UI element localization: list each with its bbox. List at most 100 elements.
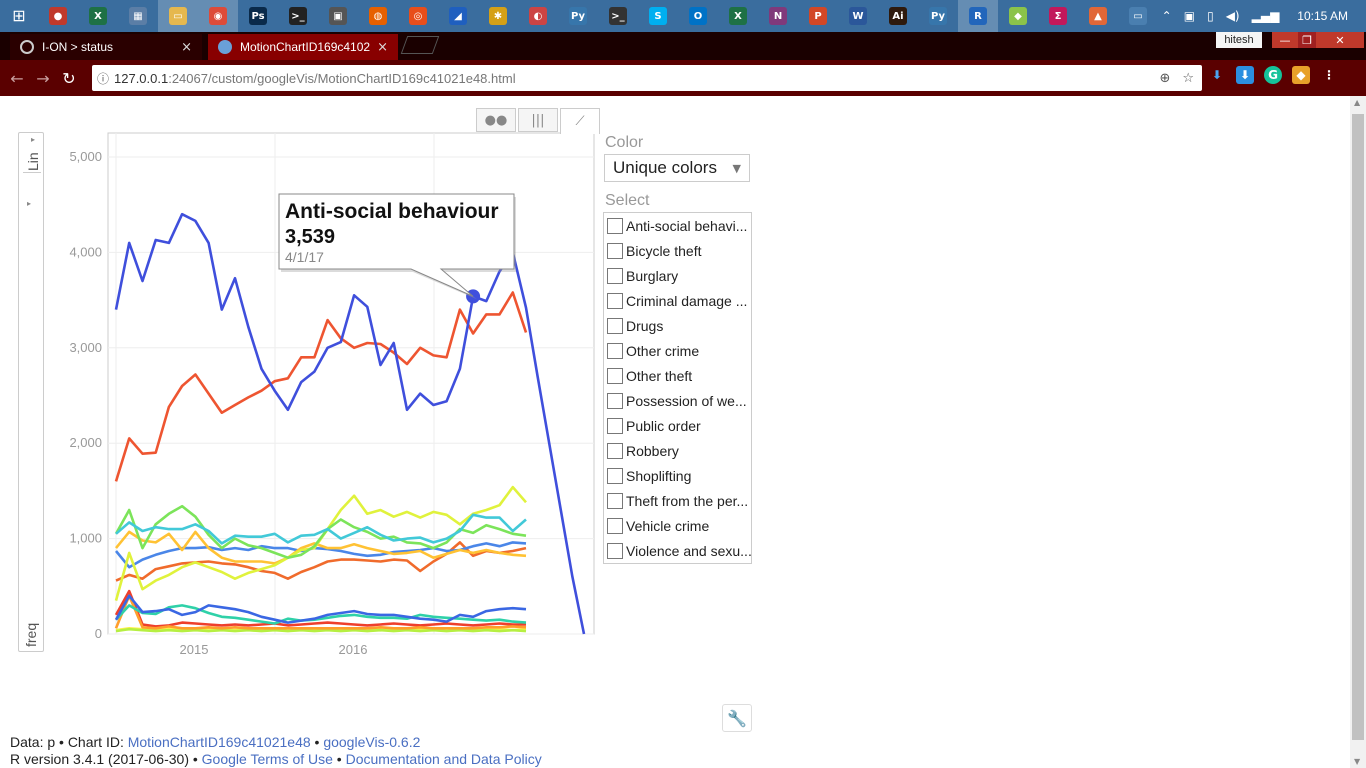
select-item[interactable]: Bicycle theft (604, 238, 751, 263)
tab-motion-chart[interactable]: MotionChartID169c4102 × (208, 34, 398, 60)
color-dropdown[interactable]: Unique colors ▼ (604, 154, 750, 182)
wifi-icon[interactable]: ▂▄▆ (1252, 9, 1280, 23)
checkbox[interactable] (607, 292, 623, 309)
illustrator-icon[interactable]: Ai (878, 0, 918, 32)
wrench-settings-icon[interactable]: 🔧 (722, 704, 752, 732)
checkbox[interactable] (607, 317, 623, 334)
new-tab-button[interactable] (400, 36, 440, 54)
checkbox[interactable] (607, 542, 623, 559)
app-icon-10[interactable]: ◎ (398, 0, 438, 32)
app-icon-12[interactable]: ✱ (478, 0, 518, 32)
notification-icon[interactable]: ▣ (1184, 9, 1195, 23)
y-axis-label[interactable]: freq (23, 623, 39, 647)
app-icon-13[interactable]: ◐ (518, 0, 558, 32)
scroll-up-arrow-icon[interactable]: ▲ (1354, 98, 1360, 107)
select-item[interactable]: Violence and sexu... (604, 538, 751, 563)
download-manager-icon[interactable]: ⬇ (1236, 66, 1254, 84)
page-scrollbar[interactable]: ▲ ▼ (1350, 96, 1366, 768)
taskbar-clock[interactable]: 10:15 AM (1297, 9, 1348, 23)
zoom-icon[interactable]: ⊕ (1159, 71, 1170, 86)
select-item[interactable]: Other theft (604, 363, 751, 388)
select-item[interactable]: Shoplifting (604, 463, 751, 488)
select-item[interactable]: Burglary (604, 263, 751, 288)
select-item[interactable]: Robbery (604, 438, 751, 463)
chevron-up-icon[interactable]: ⌃ (1162, 9, 1172, 23)
app-icon-28[interactable]: ▭ (1118, 0, 1158, 32)
close-tab-icon[interactable]: × (181, 40, 192, 55)
tab-ion-status[interactable]: I-ON > status × (10, 34, 202, 60)
grammarly-icon[interactable]: G (1264, 66, 1282, 84)
photoshop-icon[interactable]: Ps (238, 0, 278, 32)
select-item[interactable]: Possession of we... (604, 388, 751, 413)
matlab-icon[interactable]: ▲ (1078, 0, 1118, 32)
firefox-icon[interactable]: ◍ (358, 0, 398, 32)
select-item[interactable]: Anti-social behavi... (604, 213, 751, 238)
line-view-tab[interactable]: ⟋ (560, 108, 600, 134)
python-icon[interactable]: Py (558, 0, 598, 32)
checkbox[interactable] (607, 417, 623, 434)
extension-orange-icon[interactable]: ◆ (1292, 66, 1310, 84)
googlevis-link[interactable]: googleVis-0.6.2 (323, 734, 420, 750)
terminal-icon[interactable]: >_ (598, 0, 638, 32)
forward-arrow-icon[interactable]: → (30, 65, 56, 91)
download-arrow-icon[interactable]: ⬇ (1208, 66, 1226, 84)
bubble-view-tab[interactable]: ●● (476, 108, 516, 132)
app-icon-1[interactable]: ● (38, 0, 78, 32)
minimize-button[interactable]: — (1272, 32, 1298, 48)
scroll-down-arrow-icon[interactable]: ▼ (1354, 757, 1360, 766)
select-item[interactable]: Criminal damage ... (604, 288, 751, 313)
y-scale-toggle[interactable]: Lin ▸ (23, 135, 41, 173)
word-icon[interactable]: W (838, 0, 878, 32)
bar-view-tab[interactable]: ||| (518, 108, 558, 132)
terms-link[interactable]: Google Terms of Use (202, 751, 333, 767)
checkbox[interactable] (607, 367, 623, 384)
excel-icon-2[interactable]: X (718, 0, 758, 32)
app-icon-26[interactable]: Σ (1038, 0, 1078, 32)
r-icon[interactable]: R (958, 0, 998, 32)
powerpoint-icon[interactable]: P (798, 0, 838, 32)
menu-dots-icon[interactable]: ⋮ (1320, 66, 1338, 84)
checkbox[interactable] (607, 517, 623, 534)
calculator-icon[interactable]: ▦ (118, 0, 158, 32)
back-arrow-icon[interactable]: ← (4, 65, 30, 91)
scroll-thumb[interactable] (1352, 114, 1364, 740)
address-bar[interactable]: ⓘ 127.0.0.1:24067/custom/googleVis/Motio… (92, 65, 1202, 91)
onenote-icon[interactable]: N (758, 0, 798, 32)
bookmark-star-icon[interactable]: ☆ (1182, 71, 1194, 86)
checkbox[interactable] (607, 492, 623, 509)
line-chart[interactable]: 5,000 4,000 3,000 2,000 1,000 0 2015 2016 Anti-s… (50, 106, 602, 666)
checkbox[interactable] (607, 392, 623, 409)
maximize-button[interactable]: ❐ (1298, 32, 1316, 48)
reload-icon[interactable]: ↻ (56, 65, 82, 91)
app-icon-25[interactable]: ◆ (998, 0, 1038, 32)
checkbox[interactable] (607, 342, 623, 359)
select-item[interactable]: Other crime (604, 338, 751, 363)
checkbox[interactable] (607, 467, 623, 484)
close-tab-icon[interactable]: × (377, 40, 388, 55)
checkbox[interactable] (607, 217, 623, 234)
y-variable-arrow-icon[interactable]: ▸ (27, 199, 31, 208)
select-item[interactable]: Public order (604, 413, 751, 438)
python-icon-2[interactable]: Py (918, 0, 958, 32)
volume-icon[interactable]: ◀) (1226, 9, 1240, 23)
app-icon-8[interactable]: ▣ (318, 0, 358, 32)
docs-link[interactable]: Documentation and Data Policy (346, 751, 542, 767)
chrome-icon[interactable]: ◉ (198, 0, 238, 32)
select-item[interactable]: Vehicle crime (604, 513, 751, 538)
cmd-icon[interactable]: >_ (278, 0, 318, 32)
windows-start-icon[interactable]: ⊞ (0, 0, 38, 32)
outlook-icon[interactable]: O (678, 0, 718, 32)
file-explorer-icon[interactable]: ▭ (158, 0, 198, 32)
checkbox[interactable] (607, 267, 623, 284)
select-item[interactable]: Theft from the per... (604, 488, 751, 513)
close-window-button[interactable]: ✕ (1316, 32, 1364, 48)
y-axis-control[interactable]: Lin ▸ ▸ freq (18, 132, 44, 652)
info-icon[interactable]: ⓘ (92, 70, 114, 87)
excel-icon[interactable]: X (78, 0, 118, 32)
skype-icon[interactable]: S (638, 0, 678, 32)
select-item[interactable]: Drugs (604, 313, 751, 338)
checkbox[interactable] (607, 442, 623, 459)
app-icon-11[interactable]: ◢ (438, 0, 478, 32)
chart-id-link[interactable]: MotionChartID169c41021e48 (128, 734, 311, 750)
profile-button[interactable]: hitesh (1216, 32, 1262, 48)
